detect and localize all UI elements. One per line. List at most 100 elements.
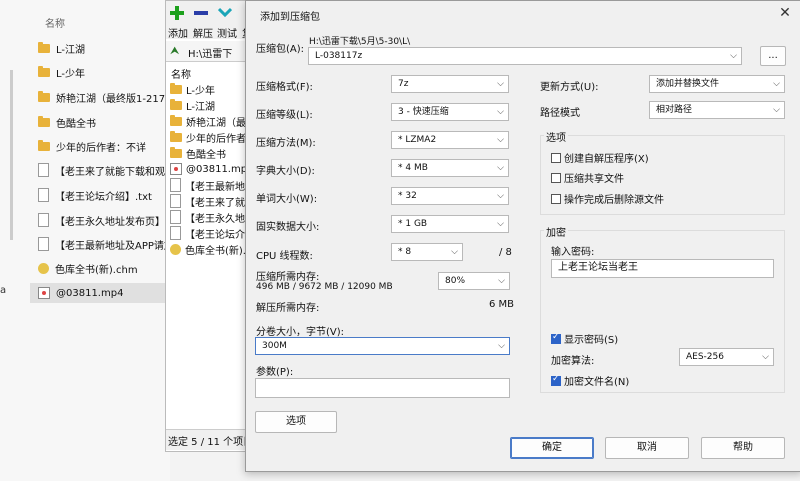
word-label: 单词大小(W): xyxy=(256,194,318,205)
mem-comp-label: 压缩所需内存: xyxy=(256,272,320,283)
table-row[interactable]: L-江湖 xyxy=(170,97,250,113)
update-label: 更新方式(U): xyxy=(540,82,599,93)
folder-icon xyxy=(38,65,50,77)
table-row[interactable]: 【老王来了就 xyxy=(170,193,250,209)
threads-total: / 8 xyxy=(499,247,512,258)
folder-icon xyxy=(170,130,182,142)
folder-icon xyxy=(170,114,182,126)
solid-select[interactable]: * 1 GB ⌵ xyxy=(391,215,509,233)
mem-percent-select[interactable]: 80% ⌵ xyxy=(438,272,510,290)
column-header-name[interactable]: 名称 xyxy=(171,66,191,81)
list-item[interactable]: 【老王最新地址及APP请加 xyxy=(38,234,170,254)
table-row[interactable]: 色库全书(新). xyxy=(170,241,250,257)
params-label: 参数(P): xyxy=(256,367,294,378)
add-icon[interactable] xyxy=(170,6,184,20)
params-input[interactable] xyxy=(255,378,510,398)
folder-icon xyxy=(170,146,182,158)
mem-comp-value: 496 MB / 9672 MB / 12090 MB xyxy=(256,282,393,292)
list-item[interactable]: 【老王论坛介绍】.txt xyxy=(38,185,170,205)
table-row[interactable]: 【老王最新地 xyxy=(170,177,250,193)
table-row[interactable]: 色酷全书 xyxy=(170,145,250,161)
chevron-down-icon: ⌵ xyxy=(497,163,504,173)
shared-files-checkbox[interactable]: 压缩共享文件 xyxy=(551,170,624,185)
cancel-button[interactable]: 取消 xyxy=(605,437,689,459)
chevron-down-icon: ⌵ xyxy=(497,191,504,201)
folder-icon xyxy=(170,82,182,94)
ok-button[interactable]: 确定 xyxy=(510,437,594,459)
chevron-down-icon: ⌵ xyxy=(497,219,504,229)
address-bar[interactable]: ⮝ H:\迅雷下 xyxy=(166,41,248,62)
dict-label: 字典大小(D): xyxy=(256,166,315,177)
word-select[interactable]: * 32 ⌵ xyxy=(391,187,509,205)
threads-label: CPU 线程数: xyxy=(256,251,313,262)
text-file-icon xyxy=(38,188,49,202)
list-item[interactable]: L-江湖 xyxy=(38,38,170,58)
delete-after-checkbox[interactable]: 操作完成后删除源文件 xyxy=(551,191,664,206)
browse-button[interactable]: ... xyxy=(760,46,786,66)
dialog-title: 添加到压缩包 xyxy=(260,12,320,23)
encryption-group-title: 加密 xyxy=(544,224,568,239)
list-item[interactable]: 【老王永久地址发布页】. xyxy=(38,210,170,230)
table-row[interactable]: @03811.mp4 xyxy=(170,161,250,177)
show-password-checkbox[interactable]: 显示密码(S) xyxy=(551,331,618,346)
list-item[interactable]: 少年的后作者：不详 xyxy=(38,136,170,156)
chevron-down-icon: ⌵ xyxy=(497,135,504,145)
format-select[interactable]: 7z ⌵ xyxy=(391,75,509,93)
chm-file-icon xyxy=(38,262,49,274)
threads-select[interactable]: * 8 ⌵ xyxy=(391,243,463,261)
password-input[interactable]: 上老王论坛当老王 xyxy=(551,259,774,278)
text-file-icon xyxy=(170,226,181,240)
7zip-window: 添加 解压 测试 复 ⮝ H:\迅雷下 名称 L-少年 L-江湖 娇艳江湖（最 … xyxy=(165,0,253,452)
sfx-checkbox[interactable]: 创建自解压程序(X) xyxy=(551,150,649,165)
table-row[interactable]: 娇艳江湖（最 xyxy=(170,113,250,129)
table-row[interactable]: L-少年 xyxy=(170,81,250,97)
level-select[interactable]: 3 - 快速压缩 ⌵ xyxy=(391,103,509,121)
list-item-selected[interactable]: @03811.mp4 xyxy=(30,283,178,303)
list-item[interactable]: 【老王来了就能下载和观看】 xyxy=(38,160,170,180)
list-item[interactable]: 娇艳江湖（最终版1-217集） xyxy=(38,87,170,107)
list-item[interactable]: L-少年 xyxy=(38,62,170,82)
method-select[interactable]: * LZMA2 ⌵ xyxy=(391,131,509,149)
add-button[interactable]: 添加 xyxy=(168,25,188,40)
chevron-down-icon: ⌵ xyxy=(773,105,780,115)
path-mode-select[interactable]: 相对路径 ⌵ xyxy=(649,101,785,119)
extract-button[interactable]: 解压 xyxy=(193,25,213,40)
options-group-title: 选项 xyxy=(544,129,568,144)
test-icon[interactable] xyxy=(218,6,232,18)
path-mode-label: 路径模式 xyxy=(540,108,580,119)
chevron-down-icon: ⌵ xyxy=(762,352,769,362)
text-file-icon xyxy=(38,163,49,177)
video-file-icon xyxy=(38,287,50,299)
encrypt-filenames-checkbox[interactable]: 加密文件名(N) xyxy=(551,373,629,388)
folder-icon xyxy=(170,98,182,110)
archive-name-combo[interactable]: L-038117z ⌵ xyxy=(308,47,742,65)
column-header-name[interactable]: 名称 xyxy=(45,15,65,30)
format-label: 压缩格式(F): xyxy=(256,82,313,93)
folder-icon xyxy=(38,139,50,151)
help-button[interactable]: 帮助 xyxy=(701,437,785,459)
options-button[interactable]: 选项 xyxy=(255,411,337,433)
chevron-down-icon: ⌵ xyxy=(773,79,780,89)
update-select[interactable]: 添加并替换文件 ⌵ xyxy=(649,75,785,93)
explorer-scrollbar[interactable] xyxy=(10,70,13,240)
encryption-method-select[interactable]: AES-256 ⌵ xyxy=(679,348,774,366)
list-item[interactable]: 色酷全书 xyxy=(38,112,170,132)
text-file-icon xyxy=(170,178,181,192)
split-label: 分卷大小，字节(V): xyxy=(256,327,345,338)
table-row[interactable]: 少年的后作者 xyxy=(170,129,250,145)
up-folder-icon[interactable]: ⮝ xyxy=(170,44,179,58)
archive-label: 压缩包(A): xyxy=(256,44,305,55)
split-size-combo[interactable]: 300M ⌵ xyxy=(255,337,510,355)
encryption-method-label: 加密算法: xyxy=(551,356,595,367)
test-button[interactable]: 测试 xyxy=(217,25,237,40)
checkbox-checked-icon xyxy=(551,332,561,344)
extract-icon[interactable] xyxy=(194,11,208,16)
list-item[interactable]: 色库全书(新).chm xyxy=(38,258,170,278)
close-icon[interactable]: ✕ xyxy=(776,4,794,22)
dict-select[interactable]: * 4 MB ⌵ xyxy=(391,159,509,177)
solid-label: 固实数据大小: xyxy=(256,222,320,233)
table-row[interactable]: 【老王论坛介 xyxy=(170,225,250,241)
table-row[interactable]: 【老王永久地 xyxy=(170,209,250,225)
mem-decomp-label: 解压所需内存: xyxy=(256,303,320,314)
text-file-icon xyxy=(38,237,49,251)
